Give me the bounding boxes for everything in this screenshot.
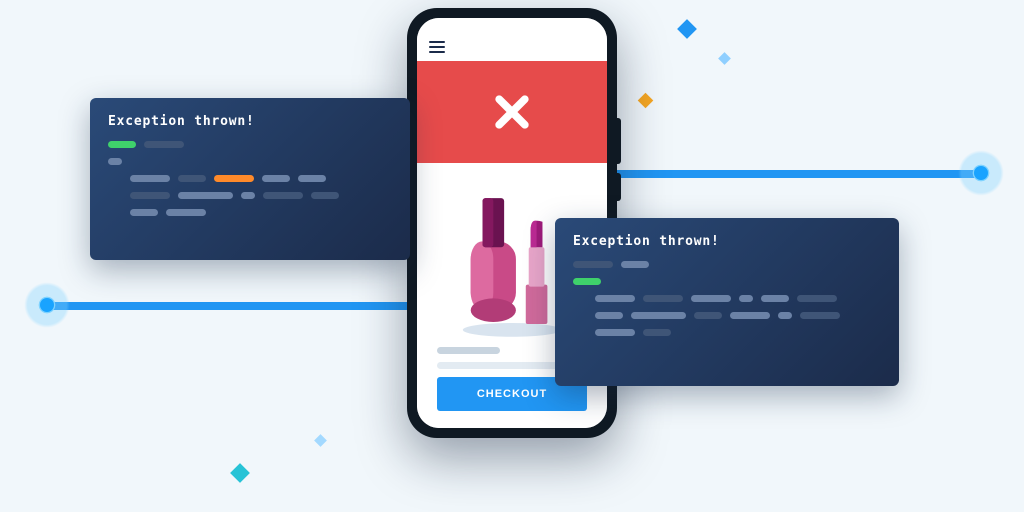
- trace-endpoint-glow: [958, 150, 1004, 196]
- sparkle-icon: [314, 434, 327, 447]
- sparkle-icon: [638, 93, 654, 109]
- app-header: [417, 18, 607, 61]
- exception-title: Exception thrown!: [573, 234, 881, 249]
- close-icon: [490, 90, 534, 134]
- hamburger-icon[interactable]: [429, 41, 445, 53]
- product-image: [453, 189, 571, 339]
- exception-title: Exception thrown!: [108, 114, 392, 129]
- code-block: [108, 141, 392, 216]
- sparkle-icon: [677, 19, 697, 39]
- trace-endpoint-glow: [24, 282, 70, 328]
- sparkle-icon: [718, 52, 731, 65]
- code-block: [573, 261, 881, 336]
- exception-panel-left: Exception thrown!: [90, 98, 410, 260]
- exception-panel-right: Exception thrown!: [555, 218, 899, 386]
- error-banner: [417, 61, 607, 163]
- illustration-stage: Exception thrown! Exception thrown!: [0, 0, 1024, 512]
- sparkle-icon: [230, 463, 250, 483]
